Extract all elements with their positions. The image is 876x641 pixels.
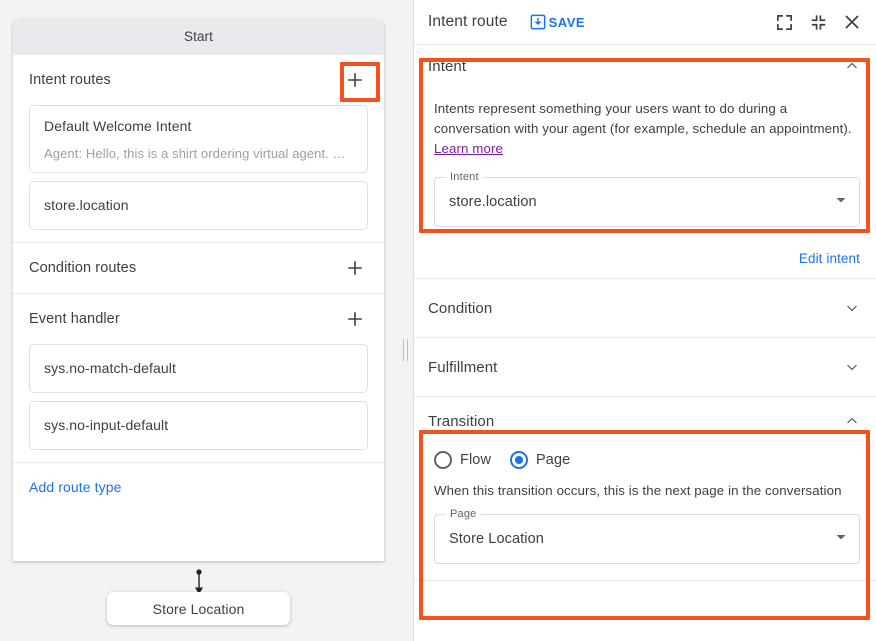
- event-handler-add-button[interactable]: [342, 306, 368, 332]
- condition-routes-header: Condition routes: [29, 243, 368, 293]
- list-item[interactable]: Default Welcome Intent Agent: Hello, thi…: [29, 105, 368, 173]
- section-condition-routes: Condition routes: [13, 243, 384, 294]
- accordion-fulfillment: Fulfillment: [414, 338, 876, 397]
- radio-page-indicator: [510, 451, 528, 469]
- transition-description: When this transition occurs, this is the…: [434, 483, 860, 498]
- chevron-down-icon[interactable]: [844, 300, 860, 316]
- route-title: store.location: [44, 195, 353, 215]
- intent-select-value: store.location: [449, 194, 537, 210]
- fullscreen-expand-icon: [776, 14, 793, 31]
- dropdown-caret-icon[interactable]: [835, 193, 847, 211]
- intent-select-label: Intent: [446, 171, 483, 183]
- intent-routes-add-button[interactable]: [342, 67, 368, 93]
- save-button[interactable]: SAVE: [530, 14, 585, 30]
- intent-routes-list: Default Welcome Intent Agent: Hello, thi…: [29, 105, 368, 242]
- page-select-label: Page: [446, 508, 481, 520]
- chevron-up-icon[interactable]: [844, 58, 860, 74]
- intent-select[interactable]: Intent store.location: [434, 177, 860, 227]
- accordion-intent-header[interactable]: Intent: [414, 45, 876, 87]
- start-card-header: Start: [13, 19, 384, 55]
- section-intent-routes: Intent routes Default Welcome Intent Age…: [13, 55, 384, 243]
- page-select-value: Store Location: [449, 531, 544, 547]
- intent-description: Intents represent something your users w…: [434, 99, 860, 159]
- intent-routes-title: Intent routes: [29, 72, 111, 88]
- add-route-type-link[interactable]: Add route type: [29, 479, 121, 495]
- page-title: Intent route: [428, 13, 508, 31]
- intent-description-text: Intents represent something your users w…: [434, 101, 852, 136]
- radio-flow-indicator: [434, 451, 452, 469]
- close-panel-button[interactable]: [842, 12, 862, 32]
- transition-target-type-radiogroup: Flow Page: [434, 451, 860, 469]
- flow-node-store-location[interactable]: Store Location: [107, 592, 290, 625]
- route-title: Default Welcome Intent: [44, 116, 353, 136]
- condition-routes-title: Condition routes: [29, 260, 136, 276]
- plus-icon: [345, 70, 365, 90]
- save-icon: [530, 14, 546, 30]
- chevron-down-icon[interactable]: [844, 359, 860, 375]
- event-handler-title: Event handler: [29, 311, 120, 327]
- accordion-condition-header[interactable]: Condition: [414, 279, 876, 337]
- plus-icon: [345, 309, 365, 329]
- page-select[interactable]: Page Store Location: [434, 514, 860, 564]
- route-title: sys.no-input-default: [44, 415, 353, 435]
- app-root: Start Intent routes Default Welcome Inte…: [0, 0, 876, 641]
- intent-route-detail-panel: Intent route SAVE: [414, 0, 876, 641]
- section-event-handler: Event handler sys.no-match-default sys.n…: [13, 294, 384, 463]
- accordion-condition: Condition: [414, 279, 876, 338]
- accordion-fulfillment-title: Fulfillment: [428, 359, 497, 376]
- fullscreen-expand-button[interactable]: [774, 12, 794, 32]
- accordion-condition-title: Condition: [428, 300, 492, 317]
- chevron-up-icon[interactable]: [844, 413, 860, 429]
- accordion-transition: Transition Flow Page When this transi: [414, 397, 876, 581]
- list-item[interactable]: store.location: [29, 181, 368, 230]
- radio-page-label: Page: [536, 452, 570, 468]
- edit-intent-link[interactable]: Edit intent: [799, 251, 860, 266]
- accordion-transition-body: Flow Page When this transition occurs, t…: [414, 451, 876, 580]
- radio-flow[interactable]: Flow: [434, 451, 491, 469]
- accordion-transition-header[interactable]: Transition: [414, 397, 876, 445]
- panel-splitter[interactable]: [396, 0, 414, 641]
- plus-icon: [345, 258, 365, 278]
- accordion-fulfillment-header[interactable]: Fulfillment: [414, 338, 876, 396]
- accordion-transition-title: Transition: [428, 413, 494, 430]
- list-item[interactable]: sys.no-match-default: [29, 344, 368, 393]
- start-page-card: Start Intent routes Default Welcome Inte…: [13, 19, 384, 561]
- close-icon: [843, 13, 861, 31]
- radio-flow-label: Flow: [460, 452, 491, 468]
- detail-header-actions: [774, 12, 862, 32]
- edit-intent-row: Edit intent: [414, 243, 876, 278]
- detail-panel-header: Intent route SAVE: [414, 0, 876, 45]
- resize-handle-icon[interactable]: [403, 339, 408, 361]
- fullscreen-collapse-icon: [810, 14, 827, 31]
- fullscreen-collapse-button[interactable]: [808, 12, 828, 32]
- accordion-intent-title: Intent: [428, 58, 466, 75]
- dropdown-caret-icon[interactable]: [835, 530, 847, 548]
- save-button-label: SAVE: [549, 15, 585, 30]
- learn-more-link[interactable]: Learn more: [434, 141, 503, 156]
- route-subtitle: Agent: Hello, this is a shirt ordering v…: [44, 146, 353, 161]
- radio-page[interactable]: Page: [510, 451, 570, 469]
- event-handler-header: Event handler: [29, 294, 368, 344]
- accordion-intent-body: Intents represent something your users w…: [414, 99, 876, 243]
- list-item[interactable]: sys.no-input-default: [29, 401, 368, 450]
- condition-routes-add-button[interactable]: [342, 255, 368, 281]
- flow-canvas: Start Intent routes Default Welcome Inte…: [0, 0, 396, 641]
- route-title: sys.no-match-default: [44, 358, 353, 378]
- accordion-intent: Intent Intents represent something your …: [414, 45, 876, 279]
- add-route-type-row: Add route type: [13, 463, 384, 561]
- event-handler-list: sys.no-match-default sys.no-input-defaul…: [29, 344, 368, 462]
- intent-routes-header: Intent routes: [29, 55, 368, 105]
